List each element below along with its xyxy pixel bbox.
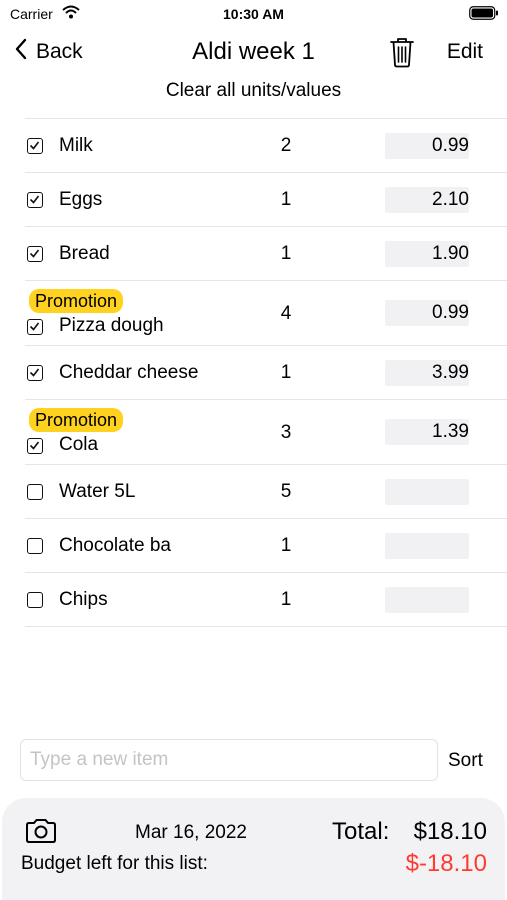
total-label: Total: <box>332 818 390 845</box>
navigation-bar: Back Aldi week 1 Edit <box>0 30 507 76</box>
item-quantity[interactable]: 2 <box>279 135 293 157</box>
item-quantity[interactable]: 3 <box>279 422 293 444</box>
checkbox-icon[interactable] <box>27 484 43 500</box>
item-name[interactable]: Chips <box>59 589 108 611</box>
list-item: Water 5L 5 <box>25 465 507 519</box>
list-item: Promotion Pizza dough 4 0.99 <box>25 281 507 346</box>
list-item: Eggs 1 2.10 <box>25 173 507 227</box>
checkbox-icon[interactable] <box>27 592 43 608</box>
item-quantity[interactable]: 1 <box>279 243 293 265</box>
list-item: Chips 1 <box>25 573 507 627</box>
item-name[interactable]: Water 5L <box>59 481 135 503</box>
budget-label: Budget left for this list: <box>21 853 208 874</box>
new-item-input[interactable] <box>20 739 438 781</box>
item-quantity[interactable]: 1 <box>279 189 293 211</box>
list-item: Promotion Cola 3 1.39 <box>25 400 507 465</box>
trash-icon[interactable] <box>388 36 416 73</box>
sort-button[interactable]: Sort <box>448 750 483 772</box>
checkbox-icon[interactable] <box>27 138 43 154</box>
promotion-badge: Promotion <box>29 408 124 432</box>
chevron-left-icon <box>14 38 28 66</box>
item-name[interactable]: Eggs <box>59 189 102 211</box>
budget-value: $-18.10 <box>405 850 487 877</box>
item-price-field[interactable]: 1.90 <box>385 241 469 267</box>
item-price-field[interactable] <box>385 479 469 505</box>
back-button[interactable]: Back <box>14 38 83 66</box>
item-price-field[interactable]: 2.10 <box>385 187 469 213</box>
list-item: Bread 1 1.90 <box>25 227 507 281</box>
item-name[interactable]: Bread <box>59 243 110 265</box>
item-quantity[interactable]: 1 <box>279 589 293 611</box>
item-quantity[interactable]: 4 <box>279 303 293 325</box>
item-name[interactable]: Cola <box>59 434 98 456</box>
edit-button[interactable]: Edit <box>447 40 483 64</box>
item-quantity[interactable]: 5 <box>279 481 293 503</box>
item-quantity[interactable]: 1 <box>279 362 293 384</box>
list-item: Chocolate ba 1 <box>25 519 507 573</box>
status-bar: Carrier 10:30 AM <box>0 0 507 28</box>
item-name[interactable]: Milk <box>59 135 93 157</box>
item-price-field[interactable]: 0.99 <box>385 133 469 159</box>
item-price-field[interactable]: 1.39 <box>385 419 469 445</box>
checkbox-icon[interactable] <box>27 246 43 262</box>
checkbox-icon[interactable] <box>27 438 43 454</box>
list-date: Mar 16, 2022 <box>135 822 247 843</box>
checkbox-icon[interactable] <box>27 365 43 381</box>
status-time: 10:30 AM <box>223 6 284 22</box>
checkbox-icon[interactable] <box>27 319 43 335</box>
list-item: Cheddar cheese 1 3.99 <box>25 346 507 400</box>
summary-footer: Mar 16, 2022 Total: $18.10 Budget left f… <box>2 798 505 900</box>
list-item: Milk 2 0.99 <box>25 119 507 173</box>
checkbox-icon[interactable] <box>27 192 43 208</box>
item-quantity[interactable]: 1 <box>279 535 293 557</box>
battery-icon <box>469 6 499 20</box>
camera-icon[interactable] <box>24 818 58 849</box>
checkbox-icon[interactable] <box>27 538 43 554</box>
back-label: Back <box>36 40 83 63</box>
item-price-field[interactable] <box>385 533 469 559</box>
item-price-field[interactable]: 0.99 <box>385 300 469 326</box>
item-price-field[interactable]: 3.99 <box>385 360 469 386</box>
item-name[interactable]: Cheddar cheese <box>59 362 198 384</box>
item-name[interactable]: Pizza dough <box>59 315 164 337</box>
promotion-badge: Promotion <box>29 289 124 313</box>
item-list: Milk 2 0.99 Eggs 1 2.10 Bread 1 1.90 Pro… <box>25 118 507 627</box>
item-price-field[interactable] <box>385 587 469 613</box>
item-name[interactable]: Chocolate ba <box>59 535 171 557</box>
clear-all-button[interactable]: Clear all units/values <box>0 80 507 102</box>
total-value: $18.10 <box>413 818 487 845</box>
